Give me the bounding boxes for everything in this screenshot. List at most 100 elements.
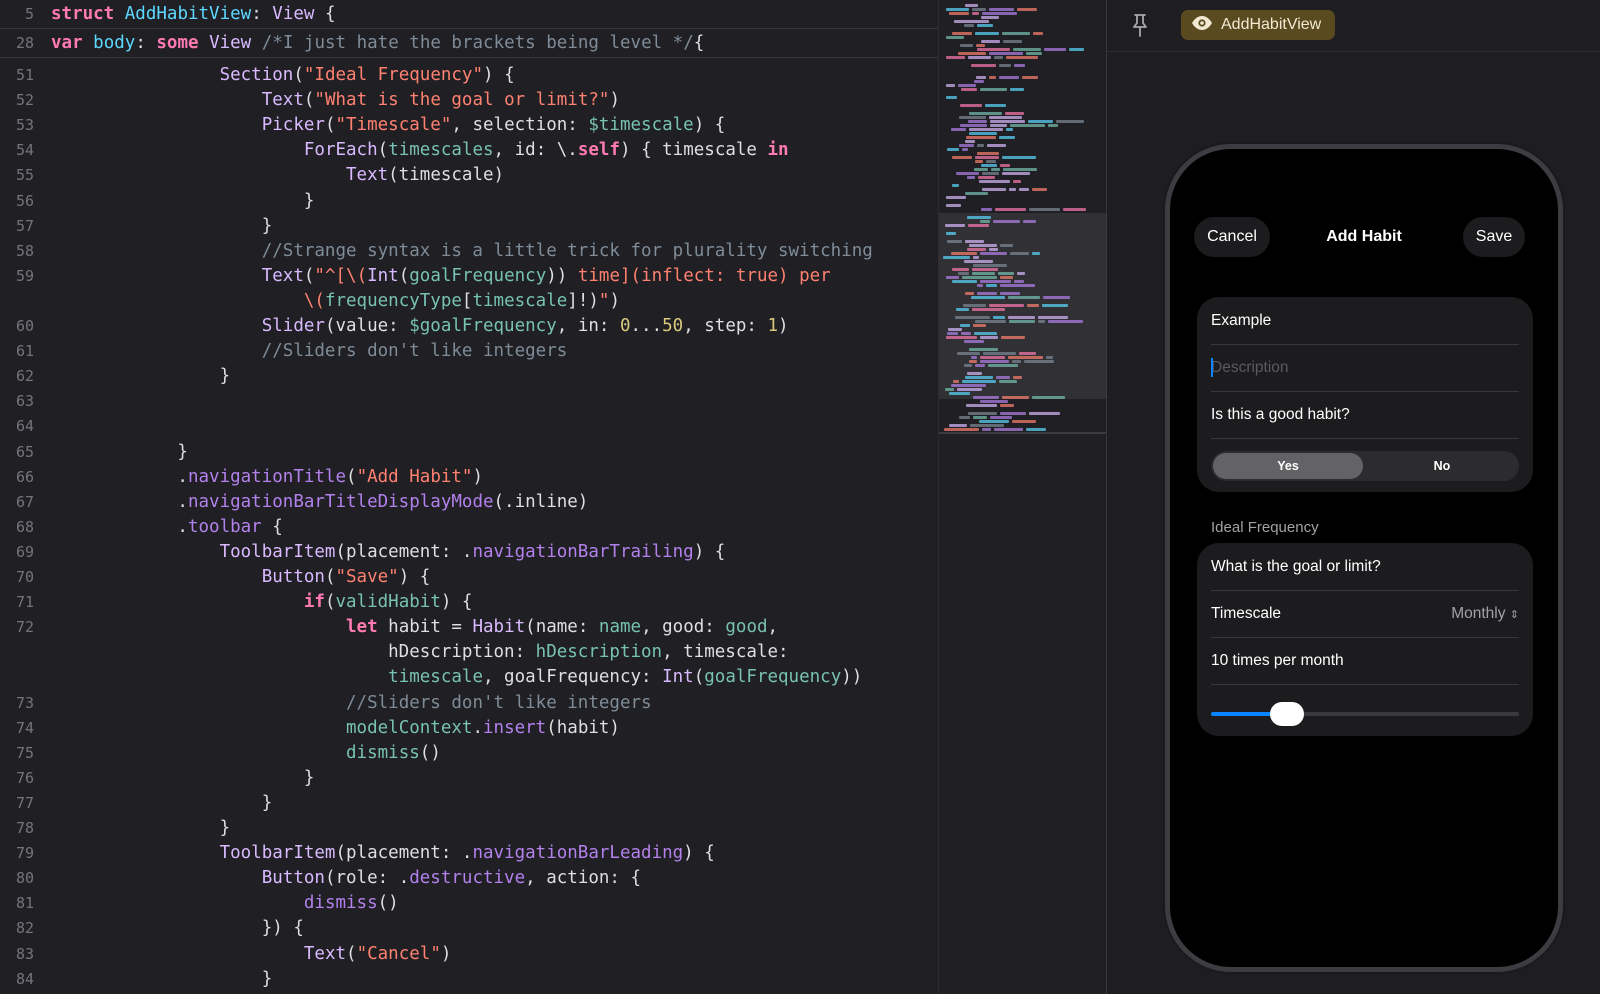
minimap-stroke [1014, 64, 1025, 67]
minimap-stroke [1029, 412, 1060, 415]
preview-chip-label: AddHabitView [1221, 16, 1322, 33]
canvas-preview: AddHabitView Cancel Add Habit Save Examp… [1106, 0, 1600, 994]
minimap-stroke [995, 208, 1026, 211]
code-line[interactable]: 67 .navigationBarTitleDisplayMode(.inlin… [0, 490, 938, 515]
code-line[interactable]: 60 Slider(value: $goalFrequency, in: 0..… [0, 314, 938, 339]
code-line[interactable]: 81 dismiss() [0, 891, 938, 916]
code-line[interactable]: 57 } [0, 214, 938, 239]
minimap[interactable] [938, 0, 1106, 994]
code-line[interactable]: 75 dismiss() [0, 741, 938, 766]
code-line[interactable]: hDescription: hDescription, timescale: [0, 640, 938, 665]
minimap-stroke [994, 56, 1003, 59]
code-line[interactable]: 73 //Sliders don't like integers [0, 691, 938, 716]
frequency-text: 10 times per month [1211, 637, 1519, 685]
code-line[interactable]: 59 Text("^[\(Int(goalFrequency)) time](i… [0, 264, 938, 289]
line-number: 70 [15, 568, 34, 586]
code-line[interactable]: 66 .navigationTitle("Add Habit") [0, 465, 938, 490]
code-line[interactable]: 84 } [0, 967, 938, 992]
line-number: 60 [15, 317, 34, 335]
code-line[interactable]: 54 ForEach(timescales, id: \.self) { tim… [0, 138, 938, 163]
minimap-stroke [968, 224, 989, 227]
code-line[interactable]: 62 } [0, 364, 938, 389]
minimap-stroke [978, 176, 995, 179]
minimap-stroke [993, 316, 1005, 319]
minimap-stroke [952, 280, 977, 283]
line-number: 5 [24, 5, 34, 23]
code-line[interactable]: 79 ToolbarItem(placement: .navigationBar… [0, 841, 938, 866]
name-field[interactable]: Example [1211, 297, 1519, 345]
minimap-stroke [959, 144, 974, 147]
code-line[interactable]: 71 if(validHabit) { [0, 590, 938, 615]
pin-icon[interactable] [1129, 12, 1151, 38]
code-line[interactable]: 76 } [0, 766, 938, 791]
line-number: 71 [15, 593, 34, 612]
code-line[interactable]: 82 }) { [0, 916, 938, 941]
minimap-stroke [971, 64, 996, 67]
minimap-stroke [1043, 296, 1070, 299]
code-line[interactable]: 53 Picker("Timescale", selection: $times… [0, 113, 938, 138]
code-line[interactable]: 72 let habit = Habit(name: name, good: g… [0, 615, 938, 640]
good-habit-segmented-control[interactable]: Yes No [1211, 451, 1519, 481]
timescale-picker[interactable]: Timescale Monthly ⇕ [1211, 590, 1519, 638]
line-number: 58 [15, 241, 34, 260]
minimap-stroke [970, 424, 1004, 427]
line-number: 77 [15, 793, 34, 812]
minimap-stroke [959, 116, 986, 119]
code-text: Section("Ideal Frequency") { [219, 65, 515, 85]
minimap-stroke [1023, 220, 1036, 223]
code-line[interactable]: 55 Text(timescale) [0, 163, 938, 188]
code-line[interactable]: \(frequencyType[timescale]!)") [0, 289, 938, 314]
slider-thumb[interactable] [1269, 702, 1304, 726]
code-line[interactable]: timescale, goalFrequency: Int(goalFreque… [0, 665, 938, 690]
minimap-stroke [975, 160, 983, 163]
code-editor[interactable]: 5 struct AddHabitView: View {28 var body:… [0, 0, 938, 994]
minimap-stroke [982, 172, 999, 175]
minimap-stroke [977, 152, 999, 155]
segment-yes[interactable]: Yes [1213, 453, 1363, 479]
code-line[interactable]: 74 modelContext.insert(habit) [0, 716, 938, 741]
minimap-stroke [947, 148, 959, 151]
line-number: 56 [15, 191, 34, 210]
code-line[interactable]: 69 ToolbarItem(placement: .navigationBar… [0, 540, 938, 565]
minimap-stroke [969, 132, 997, 135]
code-line[interactable]: 58 //Strange syntax is a little trick fo… [0, 239, 938, 264]
code-line[interactable]: 56 } [0, 189, 938, 214]
description-field[interactable]: Description [1211, 344, 1519, 392]
code-line[interactable]: 52 Text("What is the goal or limit?") [0, 88, 938, 113]
sticky-scope-line[interactable]: 5 struct AddHabitView: View { [0, 0, 938, 29]
save-button[interactable]: Save [1463, 217, 1525, 257]
code-line[interactable]: 65 } [0, 440, 938, 465]
goal-frequency-slider[interactable] [1211, 702, 1519, 726]
code-line[interactable]: 64 [0, 414, 938, 439]
minimap-stroke [971, 296, 1005, 299]
minimap-stroke [972, 308, 1005, 311]
minimap-stroke [982, 12, 1017, 15]
minimap-stroke [972, 8, 986, 11]
minimap-stroke [960, 44, 973, 47]
code-text: timescale, goalFrequency: Int(goalFreque… [388, 667, 863, 688]
code-text: Text("^[\(Int(goalFrequency)) time](infl… [261, 265, 831, 286]
code-line[interactable]: 70 Button("Save") { [0, 565, 938, 590]
code-line[interactable]: 68 .toolbar { [0, 515, 938, 540]
code-line[interactable]: 63 [0, 389, 938, 414]
code-line[interactable]: 77 } [0, 791, 938, 816]
code-line[interactable]: 83 Text("Cancel") [0, 942, 938, 967]
minimap-stroke [977, 144, 984, 147]
minimap-stroke [966, 404, 997, 407]
line-number: 81 [15, 894, 34, 913]
minimap-stroke [1026, 428, 1046, 431]
code-line[interactable]: 51 Section("Ideal Frequency") { [0, 63, 938, 88]
minimap-stroke [996, 376, 1010, 379]
code-text: } [51, 215, 273, 236]
code-line[interactable]: 61 //Sliders don't like integers [0, 339, 938, 364]
minimap-stroke [946, 8, 969, 11]
minimap-stroke [986, 160, 996, 163]
sticky-scope-line[interactable]: 28 var body: some View /*I just hate the… [0, 29, 938, 58]
code-line[interactable]: 78 } [0, 816, 938, 841]
minimap-stroke [969, 112, 1002, 115]
segment-no[interactable]: No [1367, 453, 1517, 479]
preview-selector-chip[interactable]: AddHabitView [1181, 10, 1336, 40]
line-number: 57 [15, 216, 34, 235]
code-text: ForEach(timescales, id: \.self) { timesc… [303, 140, 789, 161]
code-line[interactable]: 80 Button(role: .destructive, action: { [0, 866, 938, 891]
